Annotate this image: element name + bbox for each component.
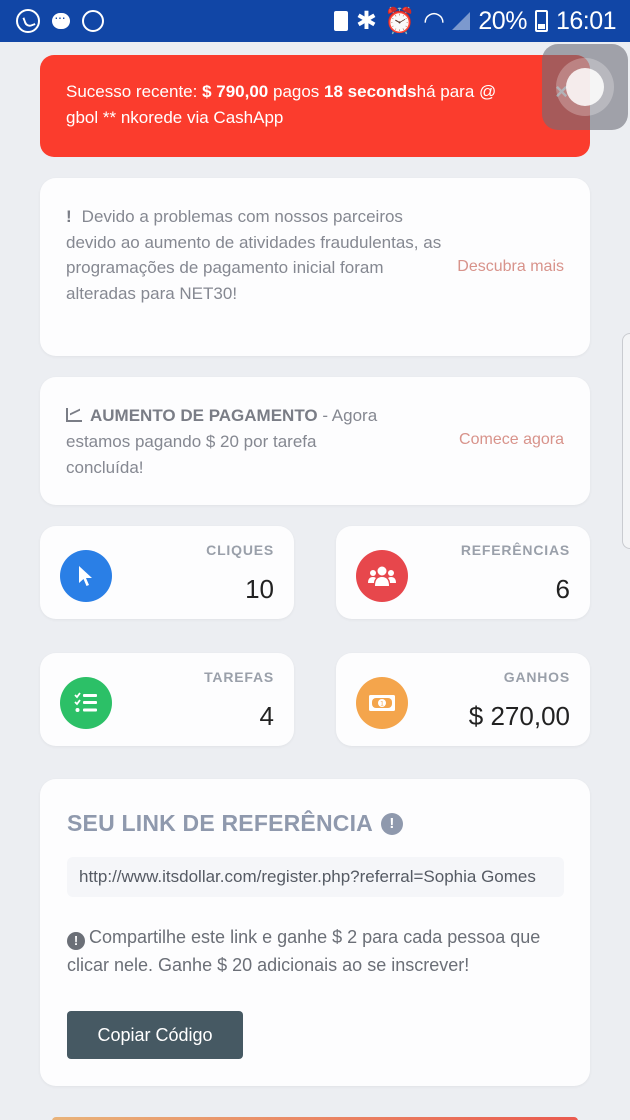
toast-prefix: Sucesso recente: <box>66 82 203 101</box>
clock: 16:01 <box>555 6 617 35</box>
svg-text:1: 1 <box>380 701 384 708</box>
stat-label: CLIQUES <box>206 542 274 558</box>
recent-success-toast: Sucesso recente: $ 790,00 pagos 18 secon… <box>40 55 590 157</box>
assistive-touch-button[interactable] <box>542 44 628 130</box>
stat-card-referrals: REFERÊNCIAS 6 <box>336 526 590 619</box>
referral-description: ! Compartilhe este link e ganhe $ 2 para … <box>67 924 557 979</box>
payment-increase-heading: AUMENTO DE PAGAMENTO <box>90 406 318 425</box>
money-icon: 1 <box>356 677 408 729</box>
referral-title: SEU LINK DE REFERÊNCIA ! <box>67 810 403 837</box>
notice-card: ! Devido a problemas com nossos parceiros… <box>40 178 590 356</box>
stat-value: 4 <box>259 701 274 731</box>
circle-icon <box>82 10 104 32</box>
alarm-icon: ⏰ <box>384 6 416 35</box>
assistive-touch-dot <box>566 68 604 106</box>
stat-value: 6 <box>555 574 570 604</box>
toast-amount: $ 790,00 <box>202 82 269 101</box>
payment-increase-card: AUMENTO DE PAGAMENTO - Agora estamos pag… <box>40 377 590 505</box>
toast-time: 18 seconds <box>324 82 417 101</box>
referral-title-text: SEU LINK DE REFERÊNCIA <box>67 810 373 836</box>
learn-more-link[interactable]: Descubra mais <box>457 258 564 276</box>
info-small-icon: ! <box>67 931 85 950</box>
chart-line-icon <box>66 408 82 422</box>
chat-bubble-icon <box>52 9 70 29</box>
battery-saver-icon <box>333 11 348 31</box>
wifi-icon: ◠ <box>423 7 445 35</box>
stat-label: REFERÊNCIAS <box>460 542 570 558</box>
stat-label: GANHOS <box>503 669 570 685</box>
signal-icon <box>452 12 471 30</box>
referral-description-text: Compartilhe este link e ganhe $ 2 para c… <box>67 927 541 975</box>
cursor-icon <box>60 550 112 602</box>
toast-mid: pagos <box>268 82 325 101</box>
notice-text-block: ! Devido a problemas com nossos parceiros… <box>66 204 446 306</box>
info-icon[interactable]: ! <box>380 812 403 835</box>
stat-value: $ 270,00 <box>468 701 570 731</box>
notice-text: Devido a problemas com nossos parceiros … <box>66 207 442 303</box>
copy-code-button[interactable]: Copiar Código <box>67 1011 243 1059</box>
stat-value: 10 <box>245 574 274 604</box>
battery-percent: 20% <box>478 6 527 35</box>
stat-card-earnings: 1 GANHOS $ 270,00 <box>336 653 590 746</box>
whatsapp-icon <box>16 9 40 33</box>
users-icon <box>356 550 408 602</box>
referral-url-input[interactable] <box>67 857 564 897</box>
tasks-icon <box>60 677 112 729</box>
payment-increase-text-block: AUMENTO DE PAGAMENTO - Agora estamos pag… <box>66 403 396 481</box>
stat-card-clicks: CLIQUES 10 <box>40 526 294 619</box>
start-now-link[interactable]: Comece agora <box>459 431 564 449</box>
status-bar: ✱ ⏰ ◠ 20% 16:01 <box>0 0 630 42</box>
bluetooth-icon: ✱ <box>355 7 377 35</box>
stat-card-tasks: TAREFAS 4 <box>40 653 294 746</box>
referral-link-card: SEU LINK DE REFERÊNCIA ! !Compartilhe es… <box>40 779 590 1086</box>
stat-label: TAREFAS <box>204 669 274 685</box>
battery-icon <box>534 10 548 32</box>
edge-panel-handle[interactable] <box>622 333 630 549</box>
exclamation-icon: ! <box>66 207 72 226</box>
